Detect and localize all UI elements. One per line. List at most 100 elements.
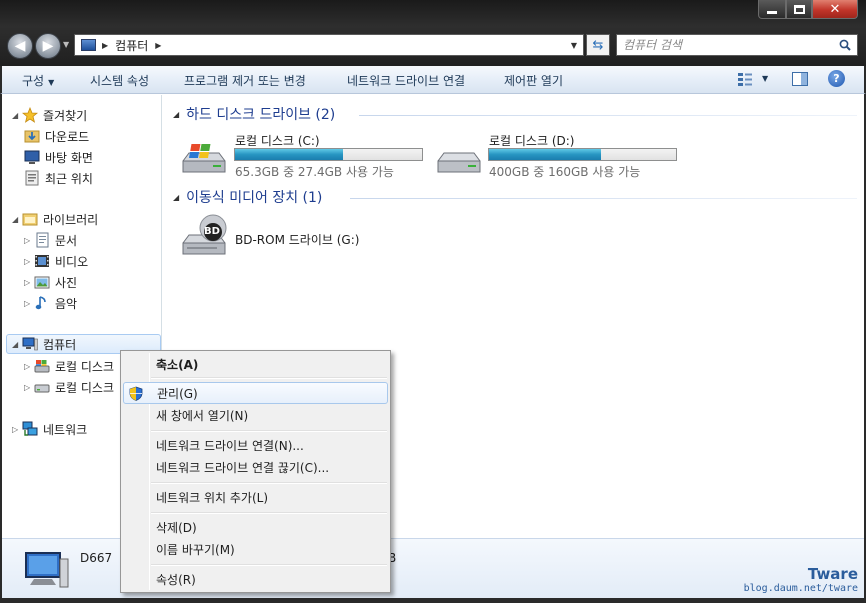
map-network-drive-button[interactable]: 네트워크 드라이브 연결 — [347, 72, 465, 89]
drive-bdrom[interactable]: BD BD-ROM 드라이브 (G:) — [179, 213, 379, 261]
menu-separator — [151, 482, 387, 484]
tree-documents[interactable]: ▷ 문서 — [24, 230, 77, 250]
minimize-icon — [767, 10, 777, 14]
network-icon — [22, 421, 38, 437]
collapse-group-icon[interactable]: ◢ — [173, 110, 179, 119]
drive-free-space: 400GB 중 160GB 사용 가능 — [489, 165, 641, 179]
drive-usage-fill — [489, 149, 602, 160]
desktop-icon — [24, 149, 40, 165]
recent-places-icon — [24, 170, 40, 186]
menu-item-open-new-window[interactable]: 새 창에서 열기(N) — [123, 404, 388, 426]
expand-icon[interactable]: ▷ — [24, 299, 34, 308]
tree-label: 로컬 디스크 — [55, 359, 115, 374]
drive-usage-bar — [488, 148, 677, 161]
window-frame-bottom — [0, 598, 866, 603]
view-dropdown-icon[interactable]: ▼ — [762, 74, 768, 83]
maximize-button[interactable] — [786, 0, 812, 19]
tree-libraries[interactable]: ◢ 라이브러리 — [12, 209, 98, 229]
drive-c[interactable]: 로컬 디스크 (C:) 65.3GB 중 27.4GB 사용 가능 — [179, 134, 429, 185]
search-icon[interactable] — [839, 39, 851, 51]
watermark: Tware blog.daum.net/tware — [744, 565, 858, 594]
tree-label: 사진 — [55, 275, 78, 290]
details-computer-name: D667 — [80, 551, 113, 565]
search-input[interactable] — [623, 38, 823, 52]
search-box[interactable] — [616, 34, 858, 56]
watermark-url: blog.daum.net/tware — [743, 583, 858, 594]
group-header-removable[interactable]: ◢ 이동식 미디어 장치 (1) — [173, 187, 322, 207]
group-divider — [359, 115, 857, 116]
refresh-button[interactable]: ⇆ — [586, 34, 610, 56]
organize-dropdown-icon: ▼ — [48, 78, 55, 87]
help-icon[interactable]: ? — [828, 70, 845, 87]
close-icon: ✕ — [829, 1, 841, 17]
menu-item-delete[interactable]: 삭제(D) — [123, 516, 388, 538]
menu-item-rename[interactable]: 이름 바꾸기(M) — [123, 538, 388, 560]
menu-separator — [151, 377, 387, 379]
tree-label: 최근 위치 — [45, 171, 93, 186]
expand-icon[interactable]: ◢ — [12, 111, 22, 120]
menu-separator — [151, 512, 387, 514]
group-header-hdd[interactable]: ◢ 하드 디스크 드라이브 (2) — [173, 104, 335, 124]
menu-item-map-network-drive[interactable]: 네트워크 드라이브 연결(N)... — [123, 434, 388, 456]
breadcrumb-computer[interactable]: 컴퓨터 — [115, 37, 148, 54]
view-options-icon[interactable] — [737, 72, 753, 86]
expand-icon[interactable]: ◢ — [12, 215, 22, 224]
expand-icon[interactable]: ▷ — [24, 236, 34, 245]
preview-pane-icon[interactable] — [792, 72, 808, 86]
computer-icon — [22, 336, 38, 352]
tree-videos[interactable]: ▷ 비디오 — [24, 251, 88, 271]
back-button[interactable]: ◀ — [7, 33, 33, 59]
tree-favorites[interactable]: ◢ 즐겨찾기 — [12, 105, 87, 125]
tree-downloads[interactable]: 다운로드 — [24, 126, 89, 146]
drive-d[interactable]: 로컬 디스크 (D:) 400GB 중 160GB 사용 가능 — [434, 134, 684, 185]
collapse-group-icon[interactable]: ◢ — [173, 193, 179, 202]
breadcrumb-chevron-icon[interactable]: ▶ — [102, 41, 108, 50]
menu-item-manage[interactable]: 관리(G) — [123, 382, 388, 404]
tree-network[interactable]: ▷ 네트워크 — [12, 419, 87, 439]
menu-item-disconnect-network-drive[interactable]: 네트워크 드라이브 연결 끊기(C)... — [123, 456, 388, 478]
system-properties-button[interactable]: 시스템 속성 — [90, 72, 149, 89]
address-bar[interactable]: ▶ 컴퓨터 ▶ ▼ — [74, 34, 584, 56]
drive-free-space: 65.3GB 중 27.4GB 사용 가능 — [235, 165, 394, 179]
forward-arrow-icon: ▶ — [42, 38, 54, 54]
expand-icon[interactable]: ▷ — [12, 425, 22, 434]
tree-local-disk-d[interactable]: ▷ 로컬 디스크 — [24, 377, 114, 397]
control-panel-button[interactable]: 제어판 열기 — [504, 72, 563, 89]
address-dropdown-icon[interactable]: ▼ — [571, 41, 577, 50]
back-arrow-icon: ◀ — [14, 38, 26, 54]
tree-music[interactable]: ▷ 음악 — [24, 293, 77, 313]
minimize-button[interactable] — [758, 0, 786, 19]
expand-icon[interactable]: ◢ — [12, 340, 22, 349]
bd-badge: BD — [204, 226, 220, 237]
tree-label: 네트워크 — [43, 422, 88, 437]
expand-icon[interactable]: ▷ — [24, 362, 34, 371]
recent-pages-dropdown[interactable]: ▼ — [63, 40, 69, 49]
tree-label: 바탕 화면 — [45, 150, 93, 165]
menu-item-add-network-location[interactable]: 네트워크 위치 추가(L) — [123, 486, 388, 508]
star-icon — [21, 106, 39, 123]
tree-desktop[interactable]: 바탕 화면 — [24, 147, 93, 167]
tree-pictures[interactable]: ▷ 사진 — [24, 272, 77, 292]
uninstall-program-button[interactable]: 프로그램 제거 또는 변경 — [184, 72, 306, 89]
expand-icon[interactable]: ▷ — [24, 383, 34, 392]
tree-label: 음악 — [55, 296, 78, 311]
forward-button[interactable]: ▶ — [35, 33, 61, 59]
drive-usage-bar — [234, 148, 423, 161]
tree-local-disk-c[interactable]: ▷ 로컬 디스크 — [24, 356, 114, 376]
expand-icon[interactable]: ▷ — [24, 257, 34, 266]
pictures-icon — [34, 274, 50, 290]
drive-name: 로컬 디스크 (D:) — [489, 134, 575, 148]
breadcrumb-chevron-icon[interactable]: ▶ — [155, 41, 161, 50]
computer-large-icon — [25, 552, 69, 588]
system-hard-drive-icon — [182, 144, 226, 173]
organize-button[interactable]: 구성 ▼ — [22, 72, 54, 89]
drive-icon — [34, 379, 50, 395]
menu-item-properties[interactable]: 속성(R) — [123, 568, 388, 590]
caption-buttons: ✕ — [758, 0, 858, 19]
expand-icon[interactable]: ▷ — [24, 278, 34, 287]
menu-item-collapse[interactable]: 축소(A) — [123, 353, 388, 375]
close-button[interactable]: ✕ — [812, 0, 858, 19]
tree-recent[interactable]: 최근 위치 — [24, 168, 93, 188]
maximize-icon — [793, 4, 805, 14]
refresh-icon: ⇆ — [592, 37, 604, 53]
